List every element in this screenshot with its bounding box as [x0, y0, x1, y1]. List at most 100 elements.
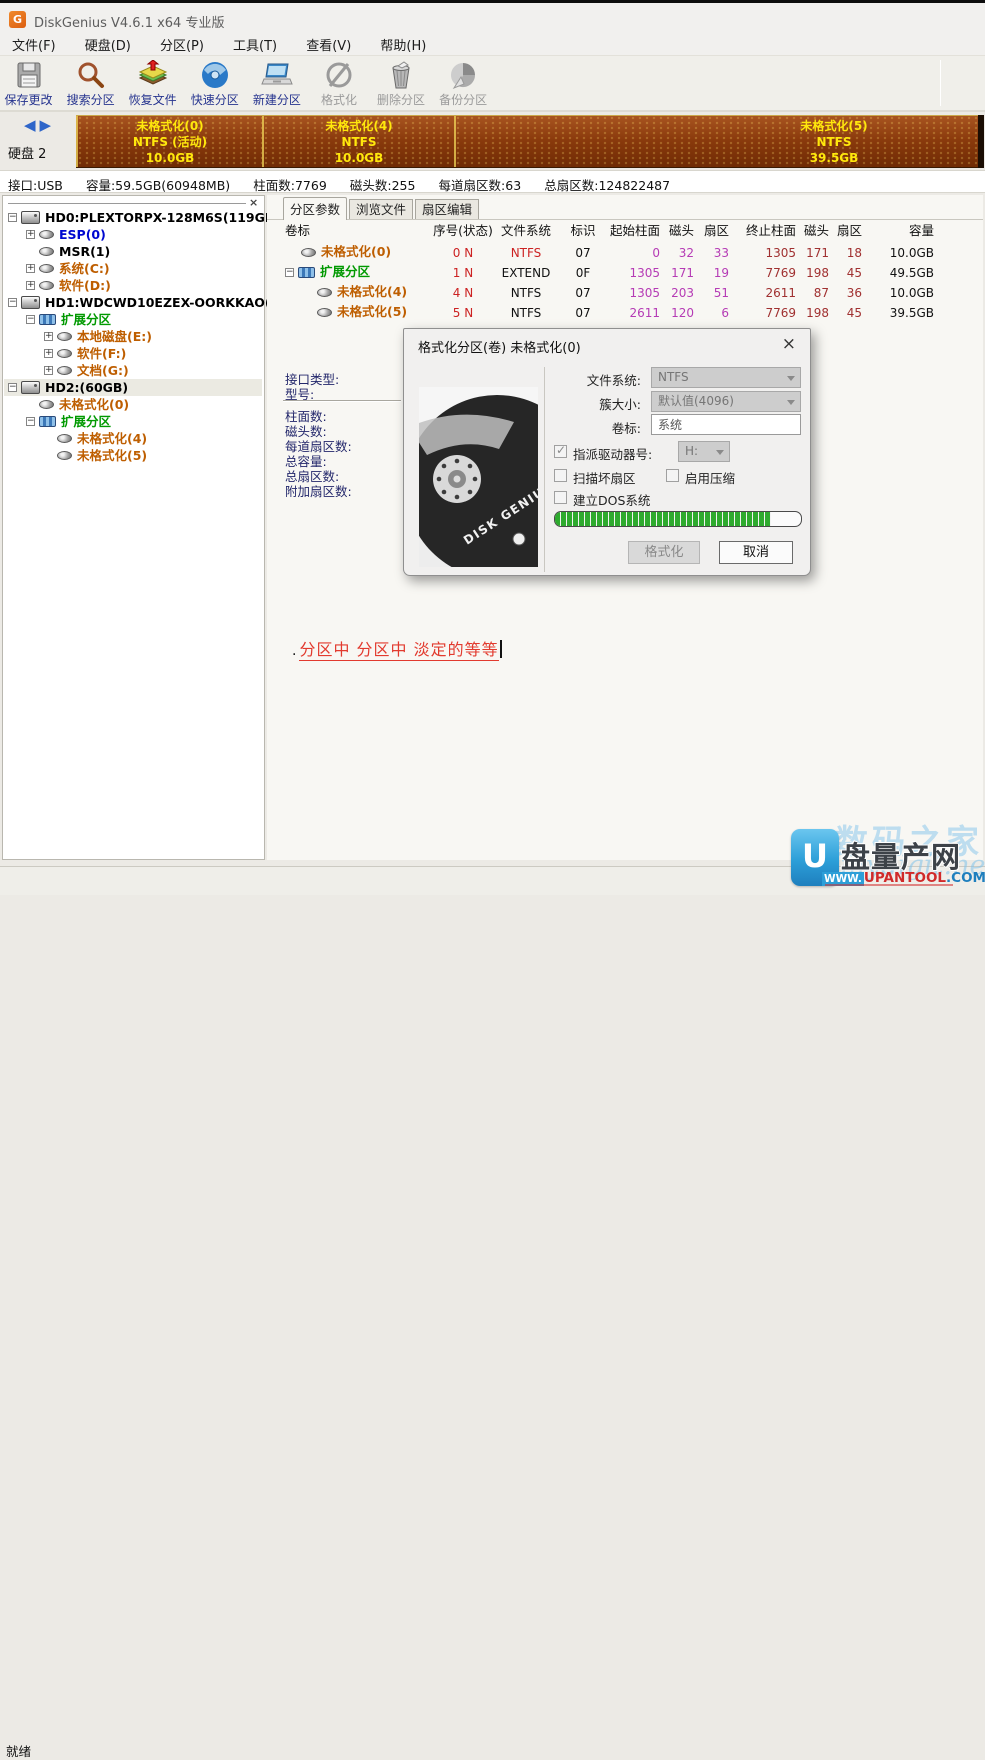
- tree-item-unformatted-5[interactable]: 未格式化(5): [4, 447, 262, 464]
- tab-sector-edit[interactable]: 扇区编辑: [415, 199, 479, 219]
- expand-icon[interactable]: +: [44, 366, 53, 375]
- new-partition-button[interactable]: 新建分区: [248, 56, 305, 108]
- expand-icon[interactable]: +: [44, 349, 53, 358]
- scan-bad-sectors-checkbox[interactable]: [554, 469, 567, 482]
- tree-item-system-c[interactable]: +系统(C:): [4, 260, 262, 277]
- delete-partition-button[interactable]: 删除分区: [373, 56, 430, 108]
- tab-partition-params[interactable]: 分区参数: [283, 197, 347, 220]
- collapse-icon[interactable]: −: [26, 417, 35, 426]
- disk-drive-icon: [21, 296, 40, 309]
- format-label: 格式化: [310, 91, 367, 108]
- table-row-volume[interactable]: 未格式化(0): [285, 243, 432, 261]
- cell-serial: 0 N: [432, 244, 494, 262]
- cell-end-head: 198: [796, 304, 829, 322]
- tree-item-unformatted-0[interactable]: 未格式化(0): [4, 396, 262, 413]
- format-confirm-button[interactable]: 格式化: [628, 541, 700, 564]
- col-header-serial[interactable]: 序号(状态): [432, 222, 494, 240]
- table-row-volume[interactable]: −扩展分区: [285, 263, 432, 281]
- tree-label: 扩展分区: [61, 311, 111, 328]
- partition-block-5[interactable]: 未格式化(5) NTFS 39.5GB: [454, 116, 978, 168]
- menu-partition[interactable]: 分区(P): [148, 29, 216, 54]
- assign-drive-label: 指派驱动器号:: [573, 444, 652, 463]
- tree-item-hd2[interactable]: − HD2:(60GB): [4, 379, 262, 396]
- new-partition-label: 新建分区: [248, 91, 305, 108]
- save-changes-button[interactable]: 保存更改: [0, 56, 57, 108]
- menu-file[interactable]: 文件(F): [0, 29, 68, 54]
- volume-name-input[interactable]: [651, 414, 801, 435]
- tree-item-docs-g[interactable]: +文档(G:): [4, 362, 262, 379]
- tree-item-esp[interactable]: + ESP(0): [4, 226, 262, 243]
- tree-item-hd1[interactable]: −HD1:WDCWD10EZEX-OORKKAO(932GB): [4, 294, 262, 311]
- expand-icon[interactable]: +: [26, 264, 35, 273]
- tree-label: 未格式化(4): [77, 430, 147, 447]
- tree-item-local-e[interactable]: +本地磁盘(E:): [4, 328, 262, 345]
- tree-item-hd0[interactable]: −HD0:PLEXTORPX-128M6S(119GB): [4, 209, 262, 226]
- dialog-close-icon[interactable]: ×: [782, 334, 796, 354]
- partition-fs: NTFS: [264, 134, 454, 150]
- tree-item-hd1-extended[interactable]: − 扩展分区: [4, 311, 262, 328]
- col-header-start-sector[interactable]: 扇区: [694, 222, 729, 240]
- prev-disk-icon[interactable]: ◀: [24, 116, 40, 134]
- tree-item-hd2-extended[interactable]: −扩展分区: [4, 413, 262, 430]
- menu-disk[interactable]: 硬盘(D): [73, 29, 143, 54]
- table-row-volume[interactable]: 未格式化(4): [285, 283, 432, 301]
- menu-view[interactable]: 查看(V): [294, 29, 363, 54]
- toolbar-divider: [940, 60, 941, 106]
- tab-browse-files[interactable]: 浏览文件: [349, 199, 413, 219]
- cell-end-sector: 18: [829, 244, 862, 262]
- col-header-start-head[interactable]: 磁头: [660, 222, 694, 240]
- col-header-start-cyl[interactable]: 起始柱面: [600, 222, 660, 240]
- menu-tools[interactable]: 工具(T): [221, 29, 289, 54]
- trash-icon: [384, 60, 418, 90]
- tree-panel-splitter[interactable]: [8, 203, 246, 205]
- cancel-button[interactable]: 取消: [719, 541, 793, 564]
- tree-item-software-d[interactable]: +软件(D:): [4, 277, 262, 294]
- cell-start-cyl: 1305: [600, 284, 660, 302]
- col-header-volume[interactable]: 卷标: [285, 222, 425, 240]
- disk-nav-arrows[interactable]: ◀▶: [24, 116, 55, 134]
- tree-label: ESP(0): [59, 226, 106, 243]
- collapse-icon[interactable]: −: [8, 298, 17, 307]
- col-header-capacity[interactable]: 容量: [862, 222, 934, 240]
- partition-platter-icon: [39, 247, 54, 256]
- tree-close-icon[interactable]: ×: [249, 196, 258, 209]
- filesystem-combo[interactable]: NTFS: [651, 367, 801, 388]
- create-dos-label: 建立DOS系统: [573, 490, 650, 509]
- backup-partition-button[interactable]: 备份分区: [435, 56, 492, 108]
- cluster-size-combo[interactable]: 默认值(4096): [651, 391, 801, 412]
- col-header-filesystem[interactable]: 文件系统: [494, 222, 558, 240]
- cell-start-cyl: 2611: [600, 304, 660, 322]
- expand-icon[interactable]: +: [26, 281, 35, 290]
- enable-compression-checkbox[interactable]: [666, 469, 679, 482]
- collapse-icon[interactable]: −: [285, 268, 294, 277]
- chevron-down-icon: [787, 400, 795, 405]
- table-row-volume[interactable]: 未格式化(5): [285, 303, 432, 321]
- recover-files-button[interactable]: 恢复文件: [124, 56, 181, 108]
- next-disk-icon[interactable]: ▶: [40, 116, 56, 134]
- partition-block-0[interactable]: 未格式化(0) NTFS (活动) 10.0GB: [76, 116, 262, 168]
- tree-item-software-f[interactable]: +软件(F:): [4, 345, 262, 362]
- create-dos-checkbox[interactable]: [554, 491, 567, 504]
- col-header-end-cyl[interactable]: 终止柱面: [729, 222, 796, 240]
- tree-item-unformatted-4[interactable]: 未格式化(4): [4, 430, 262, 447]
- expand-icon[interactable]: +: [26, 230, 35, 239]
- partition-block-4[interactable]: 未格式化(4) NTFS 10.0GB: [262, 116, 454, 168]
- menu-help[interactable]: 帮助(H): [368, 29, 438, 54]
- extended-partition-icon: [298, 267, 315, 278]
- quick-partition-button[interactable]: 快速分区: [186, 56, 243, 108]
- collapse-icon[interactable]: −: [26, 315, 35, 324]
- drive-letter-combo[interactable]: H:: [678, 441, 730, 462]
- assign-drive-checkbox[interactable]: ✓: [554, 445, 567, 458]
- expand-icon[interactable]: +: [44, 332, 53, 341]
- cell-filesystem: NTFS: [494, 284, 558, 302]
- tree-label: HD2:(60GB): [45, 379, 128, 396]
- search-partition-button[interactable]: 搜索分区: [62, 56, 119, 108]
- collapse-icon[interactable]: −: [8, 383, 17, 392]
- partition-bar: 未格式化(0) NTFS (活动) 10.0GB 未格式化(4) NTFS 10…: [76, 115, 978, 168]
- collapse-icon[interactable]: −: [8, 213, 17, 222]
- tree-item-msr[interactable]: MSR(1): [4, 243, 262, 260]
- col-header-end-head[interactable]: 磁头: [796, 222, 829, 240]
- cell-start-cyl: 0: [600, 244, 660, 262]
- format-button-toolbar[interactable]: 格式化: [310, 56, 367, 108]
- col-header-end-sector[interactable]: 扇区: [829, 222, 862, 240]
